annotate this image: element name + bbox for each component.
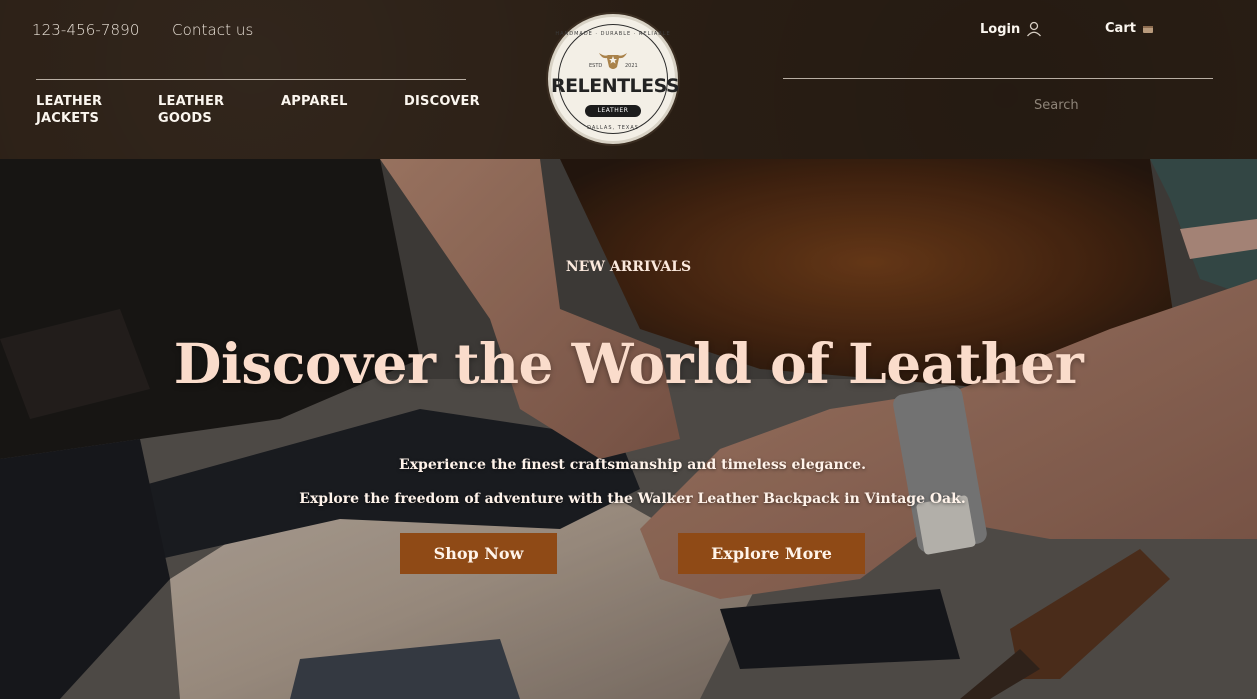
hero-subtitle-2: Explore the freedom of adventure with th…	[299, 491, 966, 507]
logo-wordmark: RELENTLESS	[551, 75, 680, 97]
logo-badge: LEATHER	[585, 105, 641, 117]
logo-tagline: HANDMADE · DURABLE · RELIABLE	[555, 31, 671, 37]
hero-eyebrow: NEW ARRIVALS	[565, 259, 692, 275]
logo-year: 2021	[625, 63, 638, 69]
brand-logo[interactable]: HANDMADE · DURABLE · RELIABLE ESTD 2021 …	[548, 14, 680, 144]
nav-discover[interactable]: DISCOVER	[404, 93, 480, 110]
shop-now-button[interactable]: Shop Now	[400, 533, 557, 574]
cart-label: Cart	[1105, 21, 1136, 36]
header-divider-right	[783, 78, 1213, 79]
login-link[interactable]: Login	[980, 21, 1042, 37]
nav-apparel[interactable]: APPAREL	[281, 93, 348, 110]
explore-more-button[interactable]: Explore More	[678, 533, 865, 574]
search-input[interactable]	[1034, 98, 1204, 113]
contact-link[interactable]: Contact us	[172, 21, 253, 39]
user-icon	[1027, 21, 1042, 37]
site-header: 123-456-7890 Contact us LEATHER JACKETS …	[0, 0, 1257, 159]
login-label: Login	[980, 21, 1021, 37]
nav-leather-goods[interactable]: LEATHER GOODS	[158, 93, 224, 127]
hero-subtitle-1: Experience the finest craftsmanship and …	[399, 457, 866, 473]
phone-number[interactable]: 123-456-7890	[32, 21, 139, 39]
logo-location: DALLAS, TEXAS	[587, 125, 639, 131]
hero-overlay	[0, 159, 1257, 699]
hero-banner: NEW ARRIVALS Discover the World of Leath…	[0, 159, 1257, 699]
logo-est: ESTD	[589, 63, 603, 69]
nav-leather-jackets[interactable]: LEATHER JACKETS	[36, 93, 102, 127]
cart-link[interactable]: Cart	[1105, 21, 1154, 36]
hero-headline: Discover the World of Leather	[173, 331, 1084, 396]
header-divider-left	[36, 79, 466, 80]
cart-icon	[1142, 25, 1153, 33]
